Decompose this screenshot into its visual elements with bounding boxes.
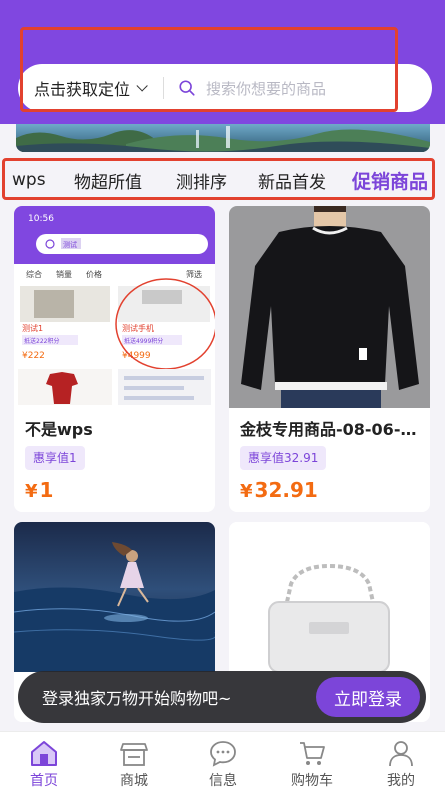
product-image (229, 206, 430, 408)
svg-text:测试手机: 测试手机 (122, 323, 154, 333)
nav-label: 购物车 (291, 773, 333, 789)
status-time: 10:56 (28, 214, 54, 224)
product-price: ¥ 1 (25, 478, 53, 502)
home-icon (31, 741, 57, 766)
tab-wps[interactable]: wps (12, 170, 46, 190)
nav-item-profile[interactable]: 我的 (371, 738, 431, 790)
svg-text:测试1: 测试1 (22, 323, 43, 333)
location-selector[interactable]: 点击获取定位 (18, 76, 163, 100)
price-value: 1 (39, 478, 54, 502)
product-title: 不是wps (25, 420, 93, 439)
banner[interactable] (16, 124, 430, 152)
price-value: 32.91 (254, 478, 318, 502)
cart-icon (300, 742, 325, 765)
login-prompt-bar: 登录独家万物开始购物吧~ 立即登录 (18, 671, 426, 723)
tab-promotions[interactable]: 促销商品 (352, 167, 428, 194)
product-title: 金枝专用商品-08-06-0... (240, 420, 422, 439)
product-image: 10:56 测试 综合 销量 价格 筛选 测试1 抵送222积分 ¥222 测试… (14, 206, 215, 408)
divider (163, 77, 164, 99)
points-badge: 惠享值32.91 (240, 446, 327, 470)
nav-label: 首页 (30, 773, 58, 789)
bottom-nav: 首页 商城 信息 购物车 我的 (0, 731, 445, 791)
nav-item-store[interactable]: 商城 (104, 738, 164, 790)
search-icon (179, 80, 195, 96)
tab-value[interactable]: 物超所值 (74, 168, 142, 193)
svg-text:¥222: ¥222 (22, 351, 45, 361)
product-price: ¥ 32.91 (240, 478, 318, 502)
location-label: 点击获取定位 (34, 80, 131, 99)
search-bar: 点击获取定位 搜索你想要的商品 (18, 64, 432, 112)
product-card[interactable]: 10:56 测试 综合 销量 价格 筛选 测试1 抵送222积分 ¥222 测试… (14, 206, 215, 512)
svg-text:抵送222积分: 抵送222积分 (24, 337, 59, 345)
svg-text:抵送4999积分: 抵送4999积分 (124, 337, 163, 345)
search-input[interactable]: 搜索你想要的商品 (206, 78, 326, 99)
tab-new-arrivals[interactable]: 新品首发 (258, 168, 326, 193)
nav-item-messages[interactable]: 信息 (193, 738, 253, 790)
nav-item-cart[interactable]: 购物车 (282, 738, 342, 790)
svg-text:价格: 价格 (86, 269, 102, 279)
chevron-down-icon (136, 80, 148, 92)
nav-item-home[interactable]: 首页 (14, 738, 74, 790)
store-icon (120, 743, 148, 766)
login-prompt-text: 登录独家万物开始购物吧~ (42, 689, 232, 708)
nav-label: 商城 (120, 773, 148, 789)
tab-sort-test[interactable]: 测排序 (176, 168, 227, 193)
category-tabs: wps 物超所值 测排序 新品首发 促销商品 (0, 160, 445, 200)
nav-label: 信息 (209, 773, 237, 789)
currency-symbol: ¥ (240, 481, 253, 502)
currency-symbol: ¥ (25, 481, 38, 502)
product-card[interactable]: 金枝专用商品-08-06-0... 惠享值32.91 ¥ 32.91 (229, 206, 430, 512)
login-button[interactable]: 立即登录 (316, 677, 420, 717)
points-badge: 惠享值1 (25, 446, 85, 470)
svg-text:筛选: 筛选 (186, 269, 202, 279)
svg-text:综合: 综合 (26, 269, 42, 279)
svg-text:销量: 销量 (56, 269, 72, 279)
profile-icon (389, 741, 413, 767)
nav-label: 我的 (387, 773, 415, 789)
svg-text:测试: 测试 (63, 240, 77, 249)
message-icon (210, 741, 236, 767)
